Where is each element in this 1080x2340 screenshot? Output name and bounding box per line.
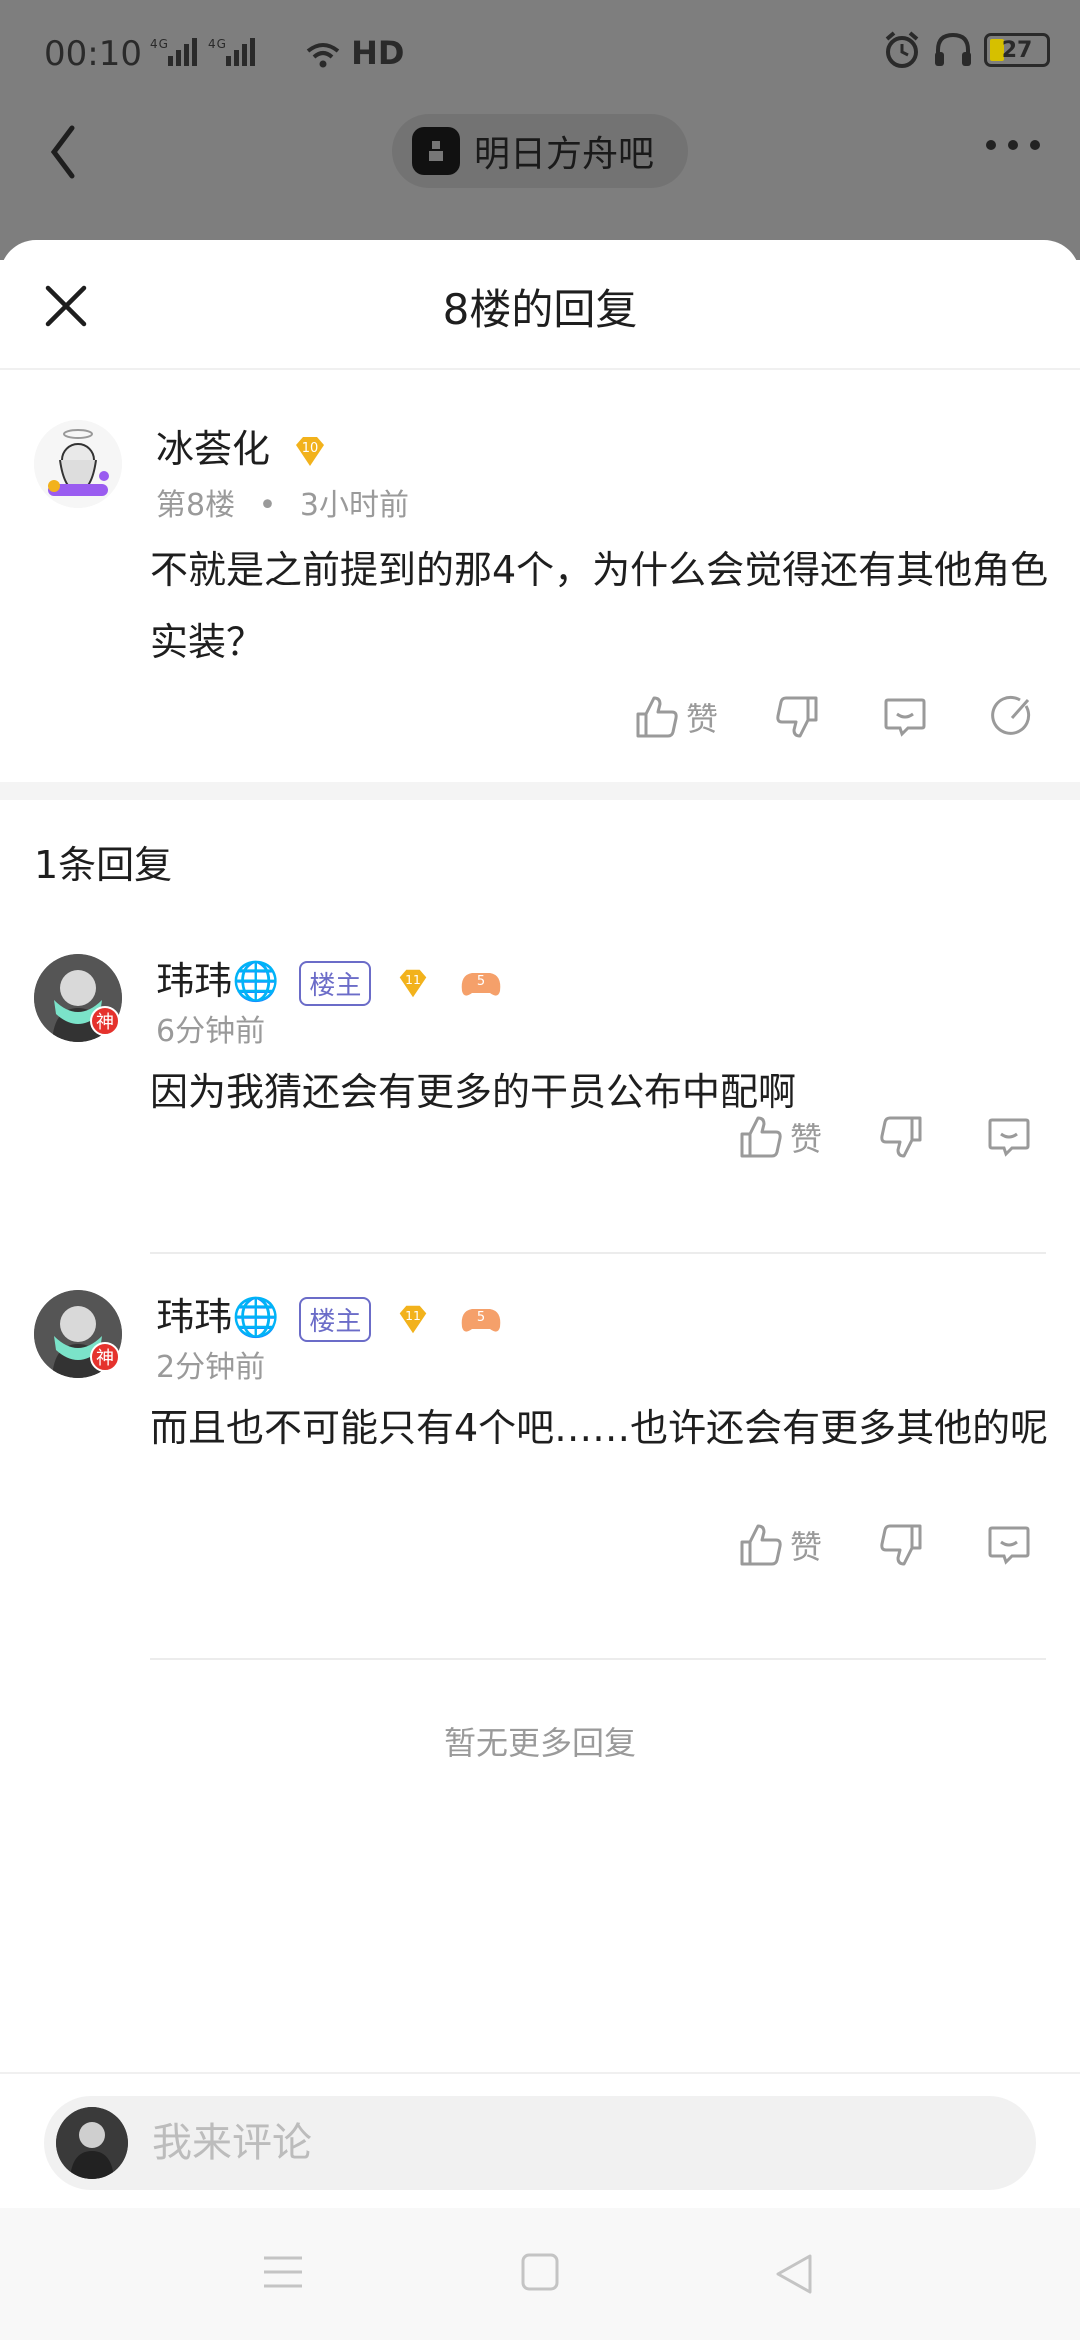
dislike-button[interactable] [774, 694, 820, 740]
back-button[interactable] [44, 122, 84, 182]
chat-bubble-icon [988, 1526, 1030, 1565]
svg-text:4G: 4G [150, 37, 169, 51]
forum-name: 明日方舟吧 [474, 134, 655, 175]
edit-button[interactable] [990, 694, 1036, 740]
fan-badge-icon: 5 [461, 1308, 500, 1332]
chat-bubble-icon [988, 1118, 1030, 1157]
alarm-icon [885, 31, 919, 68]
fan-badge-icon: 5 [461, 972, 500, 996]
reply-text: 而且也不可能只有4个吧……也许还会有更多其他的呢 [150, 1406, 1049, 1450]
username[interactable]: 玮玮🌐 楼主 11 5 [156, 950, 504, 1006]
avatar-badge: 神 [90, 1342, 120, 1372]
chat-bubble-icon [884, 698, 926, 737]
comment-time: 2分钟前 [156, 1350, 266, 1385]
edit-icon [991, 695, 1031, 735]
level-badge-icon: 11 [399, 1305, 426, 1333]
like-button[interactable]: 赞 [738, 1522, 822, 1568]
home-icon[interactable] [520, 2252, 560, 2296]
reply-item: 神 玮玮🌐 楼主 11 5 6分钟前 因为我猜还会有更多的干员公布中配啊 赞 [0, 950, 1080, 1210]
svg-text:5: 5 [476, 974, 484, 989]
username-text: 玮玮🌐 [156, 959, 280, 1003]
hd-label: HD [351, 34, 405, 72]
reply-separator [150, 1658, 1046, 1660]
status-time: 00:10 [44, 34, 142, 74]
thumbs-down-icon [880, 1116, 922, 1158]
reply-actions: 赞 [738, 1114, 1032, 1160]
thumbs-down-icon [880, 1524, 922, 1566]
like-label: 赞 [686, 700, 719, 738]
comment-bar [0, 2072, 1080, 2208]
battery-level: 27 [1001, 37, 1033, 63]
dislike-button[interactable] [878, 1114, 924, 1160]
system-navigation-bar [0, 2208, 1080, 2340]
dislike-button[interactable] [878, 1522, 924, 1568]
like-button[interactable]: 赞 [738, 1114, 822, 1160]
username-text: 玮玮🌐 [156, 1295, 280, 1339]
no-more-replies: 暂无更多回复 [443, 1724, 636, 1762]
battery-icon: 27 [984, 33, 1050, 67]
meta-separator: • [258, 488, 277, 523]
headphones-icon [935, 32, 971, 66]
comment-meta: 第8楼 • 3小时前 [156, 480, 409, 524]
svg-text:5: 5 [476, 1310, 484, 1325]
main-comment: 冰荟化 10 第8楼 • 3小时前 不就是之前提到的那4个，为什么会觉得还有其他… [0, 370, 1080, 770]
reply-button[interactable] [986, 1522, 1032, 1568]
forum-pill[interactable]: 明日方舟吧 [392, 114, 688, 188]
username[interactable]: 玮玮🌐 楼主 11 5 [156, 1286, 504, 1342]
svg-text:11: 11 [405, 1309, 421, 1323]
comment-input[interactable] [152, 2120, 952, 2166]
op-badge: 楼主 [299, 1297, 372, 1342]
thumbs-up-icon [740, 1524, 782, 1566]
thumbs-up-icon [740, 1116, 782, 1158]
op-badge: 楼主 [299, 961, 372, 1006]
level-badge-icon: 10 [296, 436, 325, 466]
sheet-title: 8楼的回复 [442, 285, 638, 334]
like-label: 赞 [790, 1528, 823, 1566]
wifi-hd-indicator: HD [306, 34, 404, 72]
reply-button[interactable] [882, 694, 928, 740]
comment-input-box[interactable] [44, 2096, 1036, 2190]
back-triangle-icon[interactable] [774, 2252, 814, 2300]
reply-actions: 赞 [738, 1522, 1032, 1568]
reply-item: 神 玮玮🌐 楼主 11 5 2分钟前 而且也不可能只有4个吧……也许还会有更多其… [0, 1286, 1080, 1596]
comment-time: 3小时前 [299, 488, 409, 523]
avatar[interactable] [34, 420, 122, 508]
comment-actions: 赞 [634, 694, 1036, 740]
svg-text:4G: 4G [208, 37, 227, 51]
reply-sheet: 8楼的回复 冰荟化 10 第8楼 • 3小时前 不就是之前提到的那4个，为什么会… [0, 240, 1080, 2340]
reply-button[interactable] [986, 1114, 1032, 1160]
comment-time: 6分钟前 [156, 1014, 266, 1049]
sheet-header: 8楼的回复 [0, 240, 1080, 370]
forum-logo-icon [412, 127, 460, 175]
username-text: 冰荟化 [156, 427, 271, 471]
thumbs-up-icon [636, 696, 678, 738]
replies-count: 1条回复 [34, 843, 173, 887]
status-bar: 00:10 4G 4G HD 27 [0, 0, 1080, 110]
menu-icon[interactable] [262, 2252, 304, 2296]
svg-text:11: 11 [405, 973, 421, 987]
avatar [56, 2107, 128, 2179]
signal-icon: 4G 4G [150, 36, 290, 76]
section-divider [0, 782, 1080, 800]
floor-label: 第8楼 [156, 488, 236, 523]
username[interactable]: 冰荟化 10 [156, 418, 330, 473]
svg-text:10: 10 [302, 441, 319, 456]
like-label: 赞 [790, 1120, 823, 1158]
comment-text: 不就是之前提到的那4个，为什么会觉得还有其他角色实装？ [150, 548, 1049, 664]
level-badge-icon: 11 [399, 969, 426, 997]
thumbs-down-icon [776, 696, 818, 738]
more-options-icon[interactable] [986, 140, 1040, 150]
avatar-badge: 神 [90, 1006, 120, 1036]
reply-separator [150, 1252, 1046, 1254]
like-button[interactable]: 赞 [634, 694, 718, 740]
